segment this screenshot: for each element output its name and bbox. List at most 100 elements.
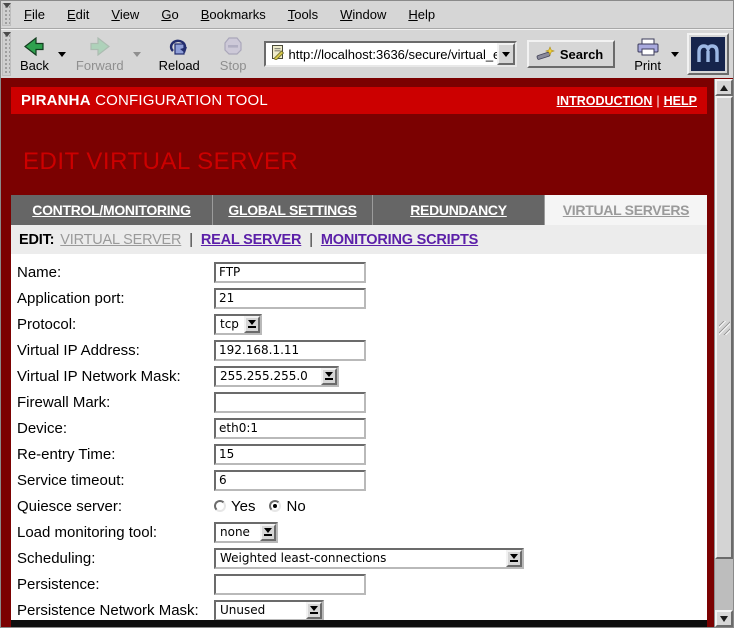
brand-title: PIRANHA CONFIGURATION TOOL [21, 92, 268, 109]
menu-help[interactable]: Help [397, 1, 446, 28]
field-label-virtual-ip-address: Virtual IP Address: [17, 342, 214, 359]
field-label-protocol: Protocol: [17, 316, 214, 333]
field-input-service-timeout[interactable] [214, 470, 366, 491]
menu-file[interactable]: File [13, 1, 56, 28]
forward-history-dropdown[interactable] [131, 37, 144, 71]
radio-label: No [286, 498, 305, 515]
select-value: tcp [216, 316, 244, 333]
scrollbar-thumb[interactable] [715, 96, 733, 559]
radio-group-quiesce-server: Yes No [214, 498, 306, 515]
field-label-service-timeout: Service timeout: [17, 472, 214, 489]
field-label-device: Device: [17, 420, 214, 437]
search-button[interactable]: Search [527, 40, 615, 68]
forward-label: Forward [76, 58, 124, 73]
main-tabs: CONTROL/MONITORINGGLOBAL SETTINGSREDUNDA… [11, 195, 707, 225]
form-row-persistence-network-mask: Persistence Network Mask:Unused [17, 597, 707, 620]
field-select-scheduling[interactable]: Weighted least-connections [214, 548, 524, 569]
back-icon [23, 37, 45, 57]
form-row-service-timeout: Service timeout: [17, 467, 707, 493]
search-icon [535, 45, 555, 64]
field-label-persistence-network-mask: Persistence Network Mask: [17, 602, 214, 619]
field-select-virtual-ip-network-mask[interactable]: 255.255.255.0 [214, 366, 339, 387]
reload-icon [169, 37, 189, 57]
subnav-link-monitoring-scripts[interactable]: MONITORING SCRIPTS [321, 232, 478, 248]
form-row-virtual-ip-address: Virtual IP Address: [17, 337, 707, 363]
scroll-up-button[interactable] [715, 79, 733, 96]
field-input-name[interactable] [214, 262, 366, 283]
field-select-protocol[interactable]: tcp [214, 314, 262, 335]
menu-edit[interactable]: Edit [56, 1, 100, 28]
print-icon [636, 37, 660, 57]
field-label-persistence: Persistence: [17, 576, 214, 593]
header-link-separator: | [656, 94, 659, 108]
field-input-firewall-mark[interactable] [214, 392, 366, 413]
browser-viewport: PIRANHA CONFIGURATION TOOL INTRODUCTION|… [1, 79, 733, 627]
back-history-dropdown[interactable] [56, 37, 69, 71]
radio-option-no[interactable]: No [269, 498, 305, 515]
toolbar-grippy[interactable] [2, 3, 11, 26]
form-row-scheduling: Scheduling:Weighted least-connections [17, 545, 707, 571]
print-label: Print [634, 58, 661, 73]
field-select-load-monitoring-tool[interactable]: none [214, 522, 278, 543]
header-links: INTRODUCTION| HELP [557, 94, 697, 108]
print-button[interactable]: Print [627, 34, 668, 75]
chevron-down-icon[interactable] [506, 550, 522, 567]
field-select-persistence-network-mask[interactable]: Unused [214, 600, 324, 621]
subnav-prefix: EDIT: [19, 232, 54, 248]
introduction-link[interactable]: INTRODUCTION [557, 94, 653, 108]
forward-button[interactable]: Forward [69, 34, 131, 75]
back-button[interactable]: Back [13, 34, 56, 75]
form-row-quiesce-server: Quiesce server:Yes No [17, 493, 707, 519]
select-value: none [216, 524, 260, 541]
edit-subnav: EDIT: VIRTUAL SERVER|REAL SERVER|MONITOR… [11, 225, 707, 254]
form-row-firewall-mark: Firewall Mark: [17, 389, 707, 415]
mozilla-logo[interactable] [687, 33, 729, 75]
chevron-down-icon[interactable] [321, 368, 337, 385]
field-input-device[interactable] [214, 418, 366, 439]
field-label-quiesce-server: Quiesce server: [17, 498, 214, 515]
mozilla-logo-icon [691, 37, 725, 71]
chevron-down-icon[interactable] [260, 524, 276, 541]
print-dropdown[interactable] [668, 37, 681, 71]
stop-button[interactable]: Stop [213, 34, 254, 75]
tab-global-settings[interactable]: GLOBAL SETTINGS [213, 195, 373, 225]
menu-tools[interactable]: Tools [277, 1, 329, 28]
field-label-name: Name: [17, 264, 214, 281]
menu-window[interactable]: Window [329, 1, 397, 28]
field-label-firewall-mark: Firewall Mark: [17, 394, 214, 411]
radio-icon[interactable] [269, 500, 281, 512]
menu-view[interactable]: View [100, 1, 150, 28]
scrollbar-track[interactable] [715, 559, 733, 610]
tab-control-monitoring[interactable]: CONTROL/MONITORING [11, 195, 213, 225]
bookmark-icon[interactable] [270, 44, 285, 65]
back-label: Back [20, 58, 49, 73]
select-value: 255.255.255.0 [216, 368, 321, 385]
url-input[interactable] [289, 47, 497, 62]
field-input-application-port[interactable] [214, 288, 366, 309]
chevron-down-icon[interactable] [244, 316, 260, 333]
field-input-virtual-ip-address[interactable] [214, 340, 366, 361]
chevron-down-icon[interactable] [306, 602, 322, 619]
title-band: EDIT VIRTUAL SERVER [11, 114, 707, 195]
tab-redundancy[interactable]: REDUNDANCY [373, 195, 545, 225]
vertical-scrollbar [714, 79, 733, 627]
subnav-links: VIRTUAL SERVER|REAL SERVER|MONITORING SC… [60, 232, 478, 248]
field-label-virtual-ip-network-mask: Virtual IP Network Mask: [17, 368, 214, 385]
subnav-link-real-server[interactable]: REAL SERVER [201, 232, 301, 248]
stop-icon [224, 37, 242, 57]
reload-button[interactable]: Reload [152, 34, 207, 75]
radio-option-yes[interactable]: Yes [214, 498, 255, 515]
field-label-load-monitoring-tool: Load monitoring tool: [17, 524, 214, 541]
toolbar-grippy[interactable] [2, 32, 11, 76]
menu-go[interactable]: Go [150, 1, 189, 28]
stop-label: Stop [220, 58, 247, 73]
field-input-persistence[interactable] [214, 574, 366, 595]
url-bar [264, 41, 517, 67]
radio-icon[interactable] [214, 500, 226, 512]
menu-bookmarks[interactable]: Bookmarks [190, 1, 277, 28]
scroll-down-button[interactable] [715, 610, 733, 627]
url-dropdown-button[interactable] [497, 43, 515, 65]
help-link[interactable]: HELP [664, 94, 697, 108]
piranha-header-bar: PIRANHA CONFIGURATION TOOL INTRODUCTION|… [11, 87, 707, 114]
field-input-re-entry-time[interactable] [214, 444, 366, 465]
